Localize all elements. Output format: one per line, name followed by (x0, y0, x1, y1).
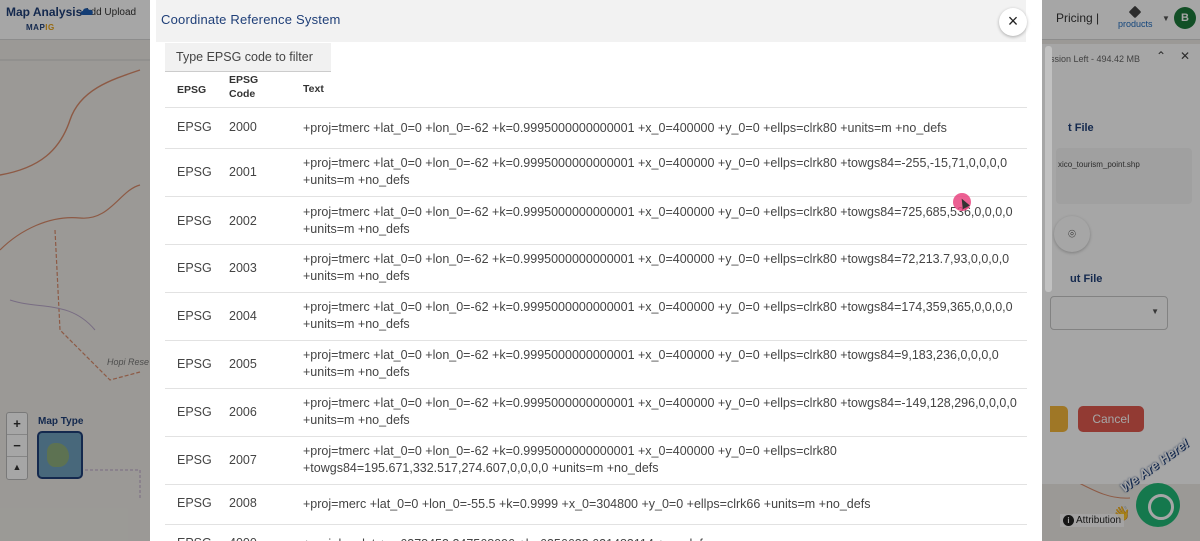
cell-epsg: EPSG (177, 261, 212, 275)
close-modal-button[interactable]: × (999, 8, 1027, 36)
table-row[interactable]: EPSG 2006 +proj=tmerc +lat_0=0 +lon_0=-62 … (165, 389, 1027, 437)
cell-text: +proj=tmerc +lat_0=0 +lon_0=-62 +k=0.999… (303, 205, 1013, 236)
column-header-code[interactable]: EPSG Code (229, 73, 263, 101)
cell-text: +proj=tmerc +lat_0=0 +lon_0=-62 +k=0.999… (303, 396, 1017, 427)
table-row[interactable]: EPSG 2001 +proj=tmerc +lat_0=0 +lon_0=-62 … (165, 149, 1027, 197)
table-row[interactable]: EPSG 2008 +proj=merc +lat_0=0 +lon_0=-55.5… (165, 485, 1027, 525)
cell-epsg: EPSG (177, 496, 212, 510)
cell-epsg: EPSG (177, 309, 212, 323)
column-header-epsg[interactable]: EPSG (177, 83, 206, 97)
cell-code: 2000 (229, 120, 257, 134)
cell-text: +proj=longlat +a=6378453.247568096 +b=63… (303, 536, 1025, 541)
table-row[interactable]: EPSG 2007 +proj=tmerc +lat_0=0 +lon_0=-62 … (165, 437, 1027, 485)
cell-code: 2001 (229, 165, 257, 179)
table-header: EPSG EPSG Code Text (165, 72, 1027, 108)
cell-code: 4000 (229, 536, 257, 541)
modal-title: Coordinate Reference System (161, 12, 341, 27)
table-row[interactable]: EPSG 2004 +proj=tmerc +lat_0=0 +lon_0=-62 … (165, 293, 1027, 341)
close-icon: × (1007, 11, 1019, 31)
cell-epsg: EPSG (177, 357, 212, 371)
cell-code: 2005 (229, 357, 257, 371)
table-body: EPSG 2000 +proj=tmerc +lat_0=0 +lon_0=-62 … (165, 108, 1027, 541)
cell-code: 2006 (229, 405, 257, 419)
cell-code: 2004 (229, 309, 257, 323)
cell-epsg: EPSG (177, 536, 212, 541)
cell-text: +proj=tmerc +lat_0=0 +lon_0=-62 +k=0.999… (303, 156, 1008, 187)
cell-text: +proj=merc +lat_0=0 +lon_0=-55.5 +k=0.99… (303, 497, 871, 511)
cell-code: 2003 (229, 261, 257, 275)
cell-epsg: EPSG (177, 214, 212, 228)
table-row[interactable]: EPSG 4000 +proj=longlat +a=6378453.2475680… (165, 525, 1027, 541)
cell-epsg: EPSG (177, 405, 212, 419)
cell-code: 2002 (229, 214, 257, 228)
table-row[interactable]: EPSG 2003 +proj=tmerc +lat_0=0 +lon_0=-62 … (165, 245, 1027, 293)
cell-text: +proj=tmerc +lat_0=0 +lon_0=-62 +k=0.999… (303, 348, 999, 379)
cell-code: 2007 (229, 453, 257, 467)
table-row[interactable]: EPSG 2002 +proj=tmerc +lat_0=0 +lon_0=-62 … (165, 197, 1027, 245)
cell-epsg: EPSG (177, 120, 212, 134)
cell-text: +proj=tmerc +lat_0=0 +lon_0=-62 +k=0.999… (303, 444, 837, 475)
table-row[interactable]: EPSG 2005 +proj=tmerc +lat_0=0 +lon_0=-62 … (165, 341, 1027, 389)
cell-epsg: EPSG (177, 453, 212, 467)
crs-modal: Coordinate Reference System × EPSG EPSG … (150, 0, 1042, 541)
cell-text: +proj=tmerc +lat_0=0 +lon_0=-62 +k=0.999… (303, 121, 947, 135)
cell-text: +proj=tmerc +lat_0=0 +lon_0=-62 +k=0.999… (303, 252, 1010, 283)
epsg-filter-input[interactable] (165, 43, 331, 72)
modal-header: Coordinate Reference System × (156, 0, 1027, 42)
cell-epsg: EPSG (177, 165, 212, 179)
table-row[interactable]: EPSG 2000 +proj=tmerc +lat_0=0 +lon_0=-62 … (165, 108, 1027, 149)
modal-scrollbar[interactable] (1045, 46, 1052, 292)
cell-text: +proj=tmerc +lat_0=0 +lon_0=-62 +k=0.999… (303, 300, 1013, 331)
column-header-text[interactable]: Text (303, 82, 324, 96)
crs-table: EPSG EPSG Code Text EPSG 2000 +proj=tmerc … (165, 72, 1027, 541)
cell-code: 2008 (229, 496, 257, 510)
